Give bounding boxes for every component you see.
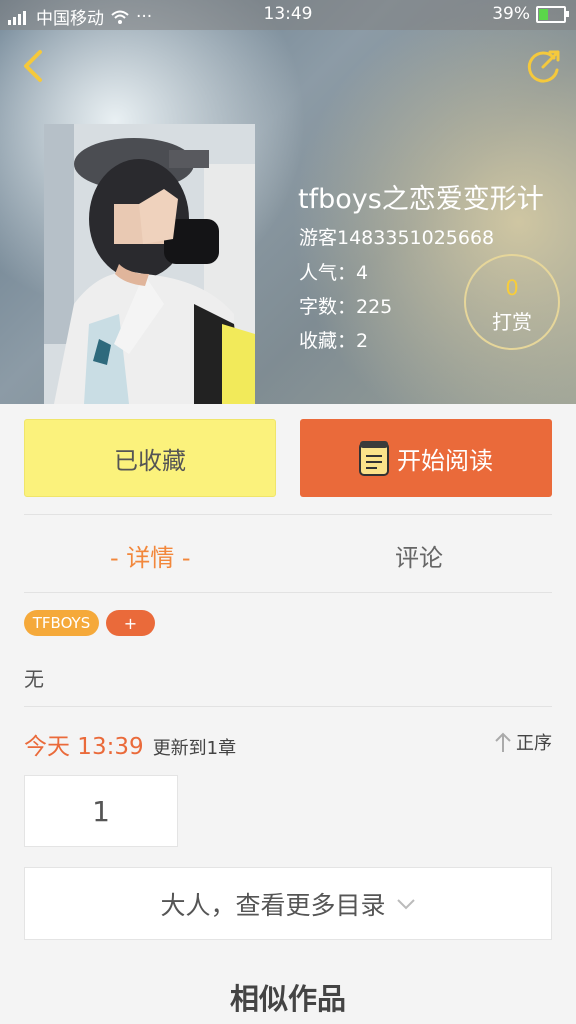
share-button[interactable]	[524, 46, 564, 86]
book-popularity: 人气：4	[299, 262, 369, 284]
favorited-button[interactable]: 已收藏	[24, 419, 276, 497]
reward-button[interactable]: 0 打赏	[464, 254, 560, 350]
share-icon	[527, 50, 560, 83]
book-word-count: 字数：225	[299, 296, 393, 318]
divider	[24, 514, 552, 515]
status-bar: 中国移动 ··· 13:49 39%	[0, 0, 576, 30]
similar-works-heading: 相似作品	[229, 982, 346, 1016]
tab-details[interactable]: - 详情 -	[110, 538, 191, 573]
reward-count: 0	[505, 276, 519, 300]
view-more-label: 大人，查看更多目录	[160, 890, 386, 920]
divider	[24, 592, 552, 593]
sort-order-button[interactable]: 正序	[494, 729, 552, 755]
book-title: tfboys之恋爱变形计	[298, 184, 544, 215]
update-time: 今天 13:39	[24, 734, 144, 760]
sort-order-label: 正序	[516, 733, 552, 754]
update-text: 更新到1章	[152, 738, 237, 759]
tab-comments[interactable]: 评论	[395, 538, 443, 573]
reward-label: 打赏	[492, 310, 532, 334]
start-reading-label: 开始阅读	[397, 446, 493, 475]
battery-percent: 39%	[492, 4, 530, 24]
book-favorites: 收藏：2	[299, 330, 369, 352]
book-description: 无	[24, 667, 44, 691]
divider	[24, 706, 552, 707]
add-tag-button[interactable]: +	[106, 610, 155, 636]
book-icon	[359, 441, 389, 476]
update-info: 今天 13:39 更新到1章	[24, 727, 236, 761]
view-more-chapters-button[interactable]: 大人，查看更多目录	[24, 867, 552, 940]
status-time: 13:49	[263, 4, 313, 24]
chevron-left-icon	[24, 50, 42, 82]
battery-icon	[536, 5, 569, 23]
back-button[interactable]	[14, 46, 54, 86]
book-author: 游客1483351025668	[299, 227, 495, 249]
chevron-down-icon	[396, 898, 415, 909]
tag-tfboys[interactable]: TFBOYS	[24, 610, 99, 636]
start-reading-button[interactable]: 开始阅读	[300, 419, 552, 497]
chapter-item[interactable]: 1	[24, 775, 178, 847]
favorited-label: 已收藏	[114, 446, 186, 475]
book-header: 中国移动 ··· 13:49 39% tfboys之恋爱变形计 游客148335…	[0, 0, 576, 404]
arrow-up-icon	[495, 732, 511, 752]
book-cover-image	[44, 124, 255, 404]
